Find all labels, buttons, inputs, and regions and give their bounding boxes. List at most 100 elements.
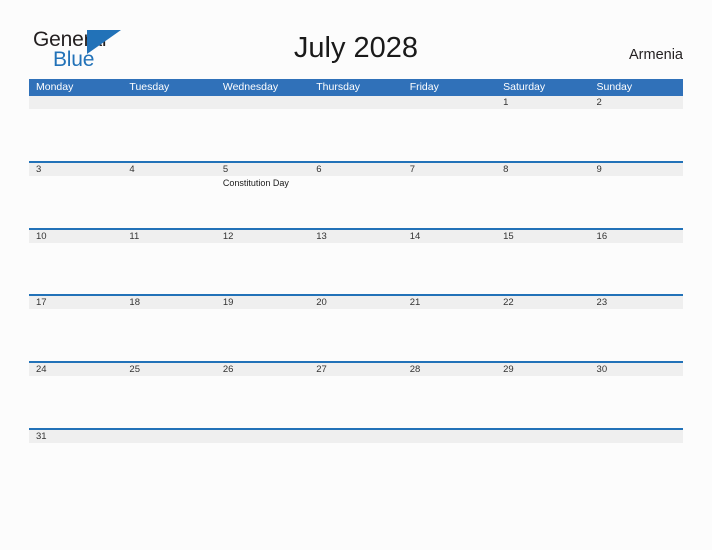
day-number[interactable]: 8 [496, 163, 589, 176]
day-number[interactable] [122, 96, 215, 109]
day-event [309, 109, 402, 159]
day-number[interactable]: 6 [309, 163, 402, 176]
day-event [403, 309, 496, 359]
day-event [122, 109, 215, 159]
monthly-calendar: Monday Tuesday Wednesday Thursday Friday… [29, 79, 683, 494]
day-number[interactable]: 26 [216, 363, 309, 376]
day-number[interactable]: 3 [29, 163, 122, 176]
day-number[interactable]: 30 [590, 363, 683, 376]
day-number[interactable]: 2 [590, 96, 683, 109]
day-number[interactable] [403, 96, 496, 109]
day-number[interactable]: 7 [403, 163, 496, 176]
day-number[interactable]: 16 [590, 230, 683, 243]
day-event [590, 109, 683, 159]
day-number[interactable]: 11 [122, 230, 215, 243]
day-number[interactable]: 25 [122, 363, 215, 376]
week-row: 10 11 12 13 14 15 16 [29, 227, 683, 295]
week-date-band: 10 11 12 13 14 15 16 [29, 229, 683, 243]
week-date-band: 24 25 26 27 28 29 30 [29, 363, 683, 377]
day-number[interactable]: 20 [309, 296, 402, 309]
day-event [496, 243, 589, 293]
day-number[interactable]: 13 [309, 230, 402, 243]
day-event [29, 309, 122, 359]
day-event [403, 243, 496, 293]
day-event [590, 176, 683, 226]
day-number[interactable]: 29 [496, 363, 589, 376]
weekday-header-row: Monday Tuesday Wednesday Thursday Friday… [29, 79, 683, 96]
week-row: 1 2 [29, 96, 683, 161]
day-number[interactable]: 9 [590, 163, 683, 176]
day-number[interactable]: 15 [496, 230, 589, 243]
week-date-band: 31 [29, 429, 683, 443]
day-event [122, 309, 215, 359]
day-event [309, 376, 402, 426]
day-event [122, 376, 215, 426]
day-number[interactable]: 14 [403, 230, 496, 243]
week-event-band [29, 242, 683, 293]
day-event [496, 309, 589, 359]
day-event [309, 243, 402, 293]
day-event [309, 443, 402, 493]
day-number[interactable]: 22 [496, 296, 589, 309]
day-event [590, 243, 683, 293]
day-event [496, 376, 589, 426]
day-event [590, 443, 683, 493]
week-date-band: 17 18 19 20 21 22 23 [29, 296, 683, 310]
day-event [496, 443, 589, 493]
day-number[interactable] [590, 430, 683, 443]
day-number[interactable]: 27 [309, 363, 402, 376]
day-event [122, 443, 215, 493]
weekday-header-thursday: Thursday [316, 81, 361, 93]
day-event [216, 309, 309, 359]
day-number[interactable] [309, 96, 402, 109]
weekday-header-friday: Friday [409, 81, 439, 93]
day-number[interactable]: 24 [29, 363, 122, 376]
day-number[interactable]: 19 [216, 296, 309, 309]
day-event [122, 176, 215, 226]
day-event [122, 243, 215, 293]
day-number[interactable]: 18 [122, 296, 215, 309]
week-event-band [29, 442, 683, 493]
day-number[interactable]: 1 [496, 96, 589, 109]
day-number[interactable] [216, 430, 309, 443]
day-number[interactable] [29, 96, 122, 109]
day-event [403, 109, 496, 159]
day-number[interactable] [403, 430, 496, 443]
day-number[interactable]: 5 [216, 163, 309, 176]
day-event-holiday: Constitution Day [222, 178, 289, 188]
day-event [216, 109, 309, 159]
day-event [309, 309, 402, 359]
day-number[interactable] [122, 430, 215, 443]
day-event [29, 376, 122, 426]
week-event-band [29, 109, 683, 159]
week-date-band: 3 4 5 6 7 8 9 [29, 163, 683, 176]
day-event [403, 376, 496, 426]
day-number[interactable]: 4 [122, 163, 215, 176]
week-row: 24 25 26 27 28 29 30 [29, 361, 683, 428]
day-number[interactable]: 28 [403, 363, 496, 376]
day-event [29, 243, 122, 293]
day-number[interactable]: 31 [29, 430, 122, 443]
weekday-header-sunday: Sunday [596, 81, 633, 93]
day-number[interactable]: 17 [29, 296, 122, 309]
week-row: 31 [29, 427, 683, 495]
weekday-header-monday: Monday [36, 81, 74, 93]
day-event [29, 176, 122, 226]
day-event [29, 109, 122, 159]
week-date-band: 1 2 [29, 96, 683, 109]
day-number[interactable]: 12 [216, 230, 309, 243]
day-event [216, 443, 309, 493]
day-number[interactable]: 10 [29, 230, 122, 243]
day-event [29, 443, 122, 493]
day-number[interactable]: 21 [403, 296, 496, 309]
day-event [309, 176, 402, 226]
day-event [216, 243, 309, 293]
weekday-header-tuesday: Tuesday [129, 81, 170, 93]
day-number[interactable]: 23 [590, 296, 683, 309]
weekday-header-wednesday: Wednesday [222, 81, 279, 93]
page-header: General Blue July 2028 Armenia [0, 0, 712, 79]
day-number[interactable] [216, 96, 309, 109]
day-number[interactable] [309, 430, 402, 443]
week-row: 17 18 19 20 21 22 23 [29, 294, 683, 361]
day-number[interactable] [496, 430, 589, 443]
